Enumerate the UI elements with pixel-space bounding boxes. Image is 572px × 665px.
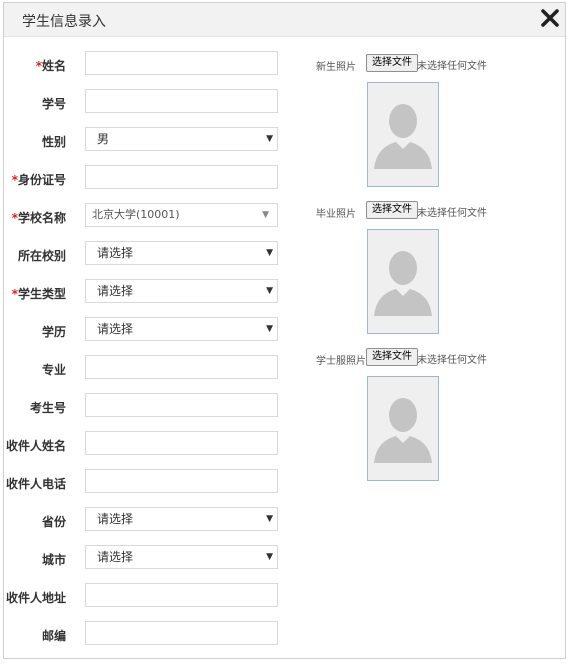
select-value: 北京大学(10001): [92, 208, 180, 221]
field-label-text: 姓名: [41, 59, 66, 73]
choose-file-button[interactable]: 选择文件: [366, 54, 418, 72]
form-row: *学生类型 请选择 ▼: [4, 279, 304, 305]
select-value: 请选择: [97, 550, 134, 564]
chevron-down-icon: ▼: [266, 286, 273, 296]
choose-file-button[interactable]: 选择文件: [366, 201, 418, 219]
field-label-text: 学号: [41, 97, 66, 111]
form-row: 学号: [4, 89, 304, 115]
field-label-text: 考生号: [29, 401, 66, 415]
field-label-text: 所在校别: [17, 249, 66, 263]
select-field[interactable]: 请选择 ▼: [85, 317, 278, 341]
chevron-down-icon: ▼: [266, 552, 273, 562]
field-label-text: 专业: [41, 363, 66, 377]
choose-file-button[interactable]: 选择文件: [366, 348, 418, 366]
form-row: 城市 请选择 ▼: [4, 545, 304, 571]
photo-placeholder: [367, 229, 439, 334]
photo-label: 新生照片: [316, 62, 356, 73]
field-label: 收件人姓名: [6, 437, 66, 454]
file-status: 未选择任何文件: [417, 61, 487, 72]
select-field[interactable]: 请选择 ▼: [85, 507, 278, 531]
file-status: 未选择任何文件: [417, 208, 487, 219]
form-row: 邮编: [4, 621, 304, 647]
text-input[interactable]: [85, 431, 278, 455]
field-label: *姓名: [36, 57, 66, 74]
person-silhouette-icon: [374, 251, 432, 316]
chevron-down-icon: ▼: [266, 248, 273, 258]
select-value: 男: [97, 132, 110, 146]
field-label: 省份: [42, 513, 66, 530]
dialog-title: 学生信息录入: [22, 14, 106, 30]
text-input[interactable]: [85, 469, 278, 493]
field-label-text: 城市: [41, 553, 66, 567]
field-label-text: 身份证号: [17, 173, 66, 187]
photo-label: 毕业照片: [316, 209, 356, 220]
form-row: 省份 请选择 ▼: [4, 507, 304, 533]
field-label: 性别: [42, 133, 66, 150]
text-input[interactable]: [85, 165, 278, 189]
form-row: 学历 请选择 ▼: [4, 317, 304, 343]
field-label-text: 收件人姓名: [5, 439, 66, 453]
select-field[interactable]: 北京大学(10001) ▼: [85, 203, 278, 227]
chevron-down-icon: ▼: [262, 210, 269, 220]
dialog-titlebar: 学生信息录入: [4, 3, 565, 37]
field-label: *学校名称: [12, 209, 66, 226]
text-input[interactable]: [85, 355, 278, 379]
form-row: 收件人电话: [4, 469, 304, 495]
field-label-text: 学校名称: [17, 211, 66, 225]
chevron-down-icon: ▼: [266, 134, 273, 144]
field-label-text: 收件人电话: [5, 477, 66, 491]
field-label-text: 收件人地址: [5, 591, 66, 605]
chevron-down-icon: ▼: [266, 324, 273, 334]
field-label: 收件人地址: [6, 589, 66, 606]
field-label: 学号: [42, 95, 66, 112]
photo-placeholder: [367, 376, 439, 481]
select-value: 请选择: [97, 322, 134, 336]
field-label: 专业: [42, 361, 66, 378]
field-label: *学生类型: [12, 285, 66, 302]
close-icon[interactable]: [539, 7, 561, 29]
field-label-text: 邮编: [41, 629, 66, 643]
select-value: 请选择: [97, 512, 134, 526]
photo-placeholder: [367, 82, 439, 187]
text-input[interactable]: [85, 393, 278, 417]
form-row: 收件人姓名: [4, 431, 304, 457]
text-input[interactable]: [85, 89, 278, 113]
chevron-down-icon: ▼: [266, 514, 273, 524]
form-row: 专业: [4, 355, 304, 381]
select-value: 请选择: [97, 246, 134, 260]
field-label: 收件人电话: [6, 475, 66, 492]
field-label-text: 学生类型: [17, 287, 66, 301]
select-field[interactable]: 请选择 ▼: [85, 279, 278, 303]
field-label-text: 性别: [41, 135, 66, 149]
form-row: *姓名: [4, 51, 304, 77]
form-row: 收件人地址: [4, 583, 304, 609]
form-row: *身份证号: [4, 165, 304, 191]
person-silhouette-icon: [374, 104, 432, 169]
form-row: 考生号: [4, 393, 304, 419]
form-row: 性别男 ▼: [4, 127, 304, 153]
field-label-text: 学历: [41, 325, 66, 339]
field-label: 城市: [42, 551, 66, 568]
text-input[interactable]: [85, 583, 278, 607]
photo-label: 学士服照片: [316, 356, 366, 367]
field-label: *身份证号: [12, 171, 66, 188]
form-row: 所在校别 请选择 ▼: [4, 241, 304, 267]
field-label-text: 省份: [41, 515, 66, 529]
text-input[interactable]: [85, 51, 278, 75]
text-input[interactable]: [85, 621, 278, 645]
select-value: 请选择: [97, 284, 134, 298]
select-field[interactable]: 男 ▼: [85, 127, 278, 151]
file-status: 未选择任何文件: [417, 355, 487, 366]
person-silhouette-icon: [374, 398, 432, 463]
form-row: *学校名称 北京大学(10001) ▼: [4, 203, 304, 229]
field-label: 邮编: [42, 627, 66, 644]
student-info-dialog: 学生信息录入 *姓名 学号 性别男 ▼ *身份证号 *学校名称 北京大学(10001) ▼ 所在…: [3, 2, 566, 659]
select-field[interactable]: 请选择 ▼: [85, 545, 278, 569]
field-label: 考生号: [30, 399, 66, 416]
field-label: 所在校别: [18, 247, 66, 264]
select-field[interactable]: 请选择 ▼: [85, 241, 278, 265]
field-label: 学历: [42, 323, 66, 340]
